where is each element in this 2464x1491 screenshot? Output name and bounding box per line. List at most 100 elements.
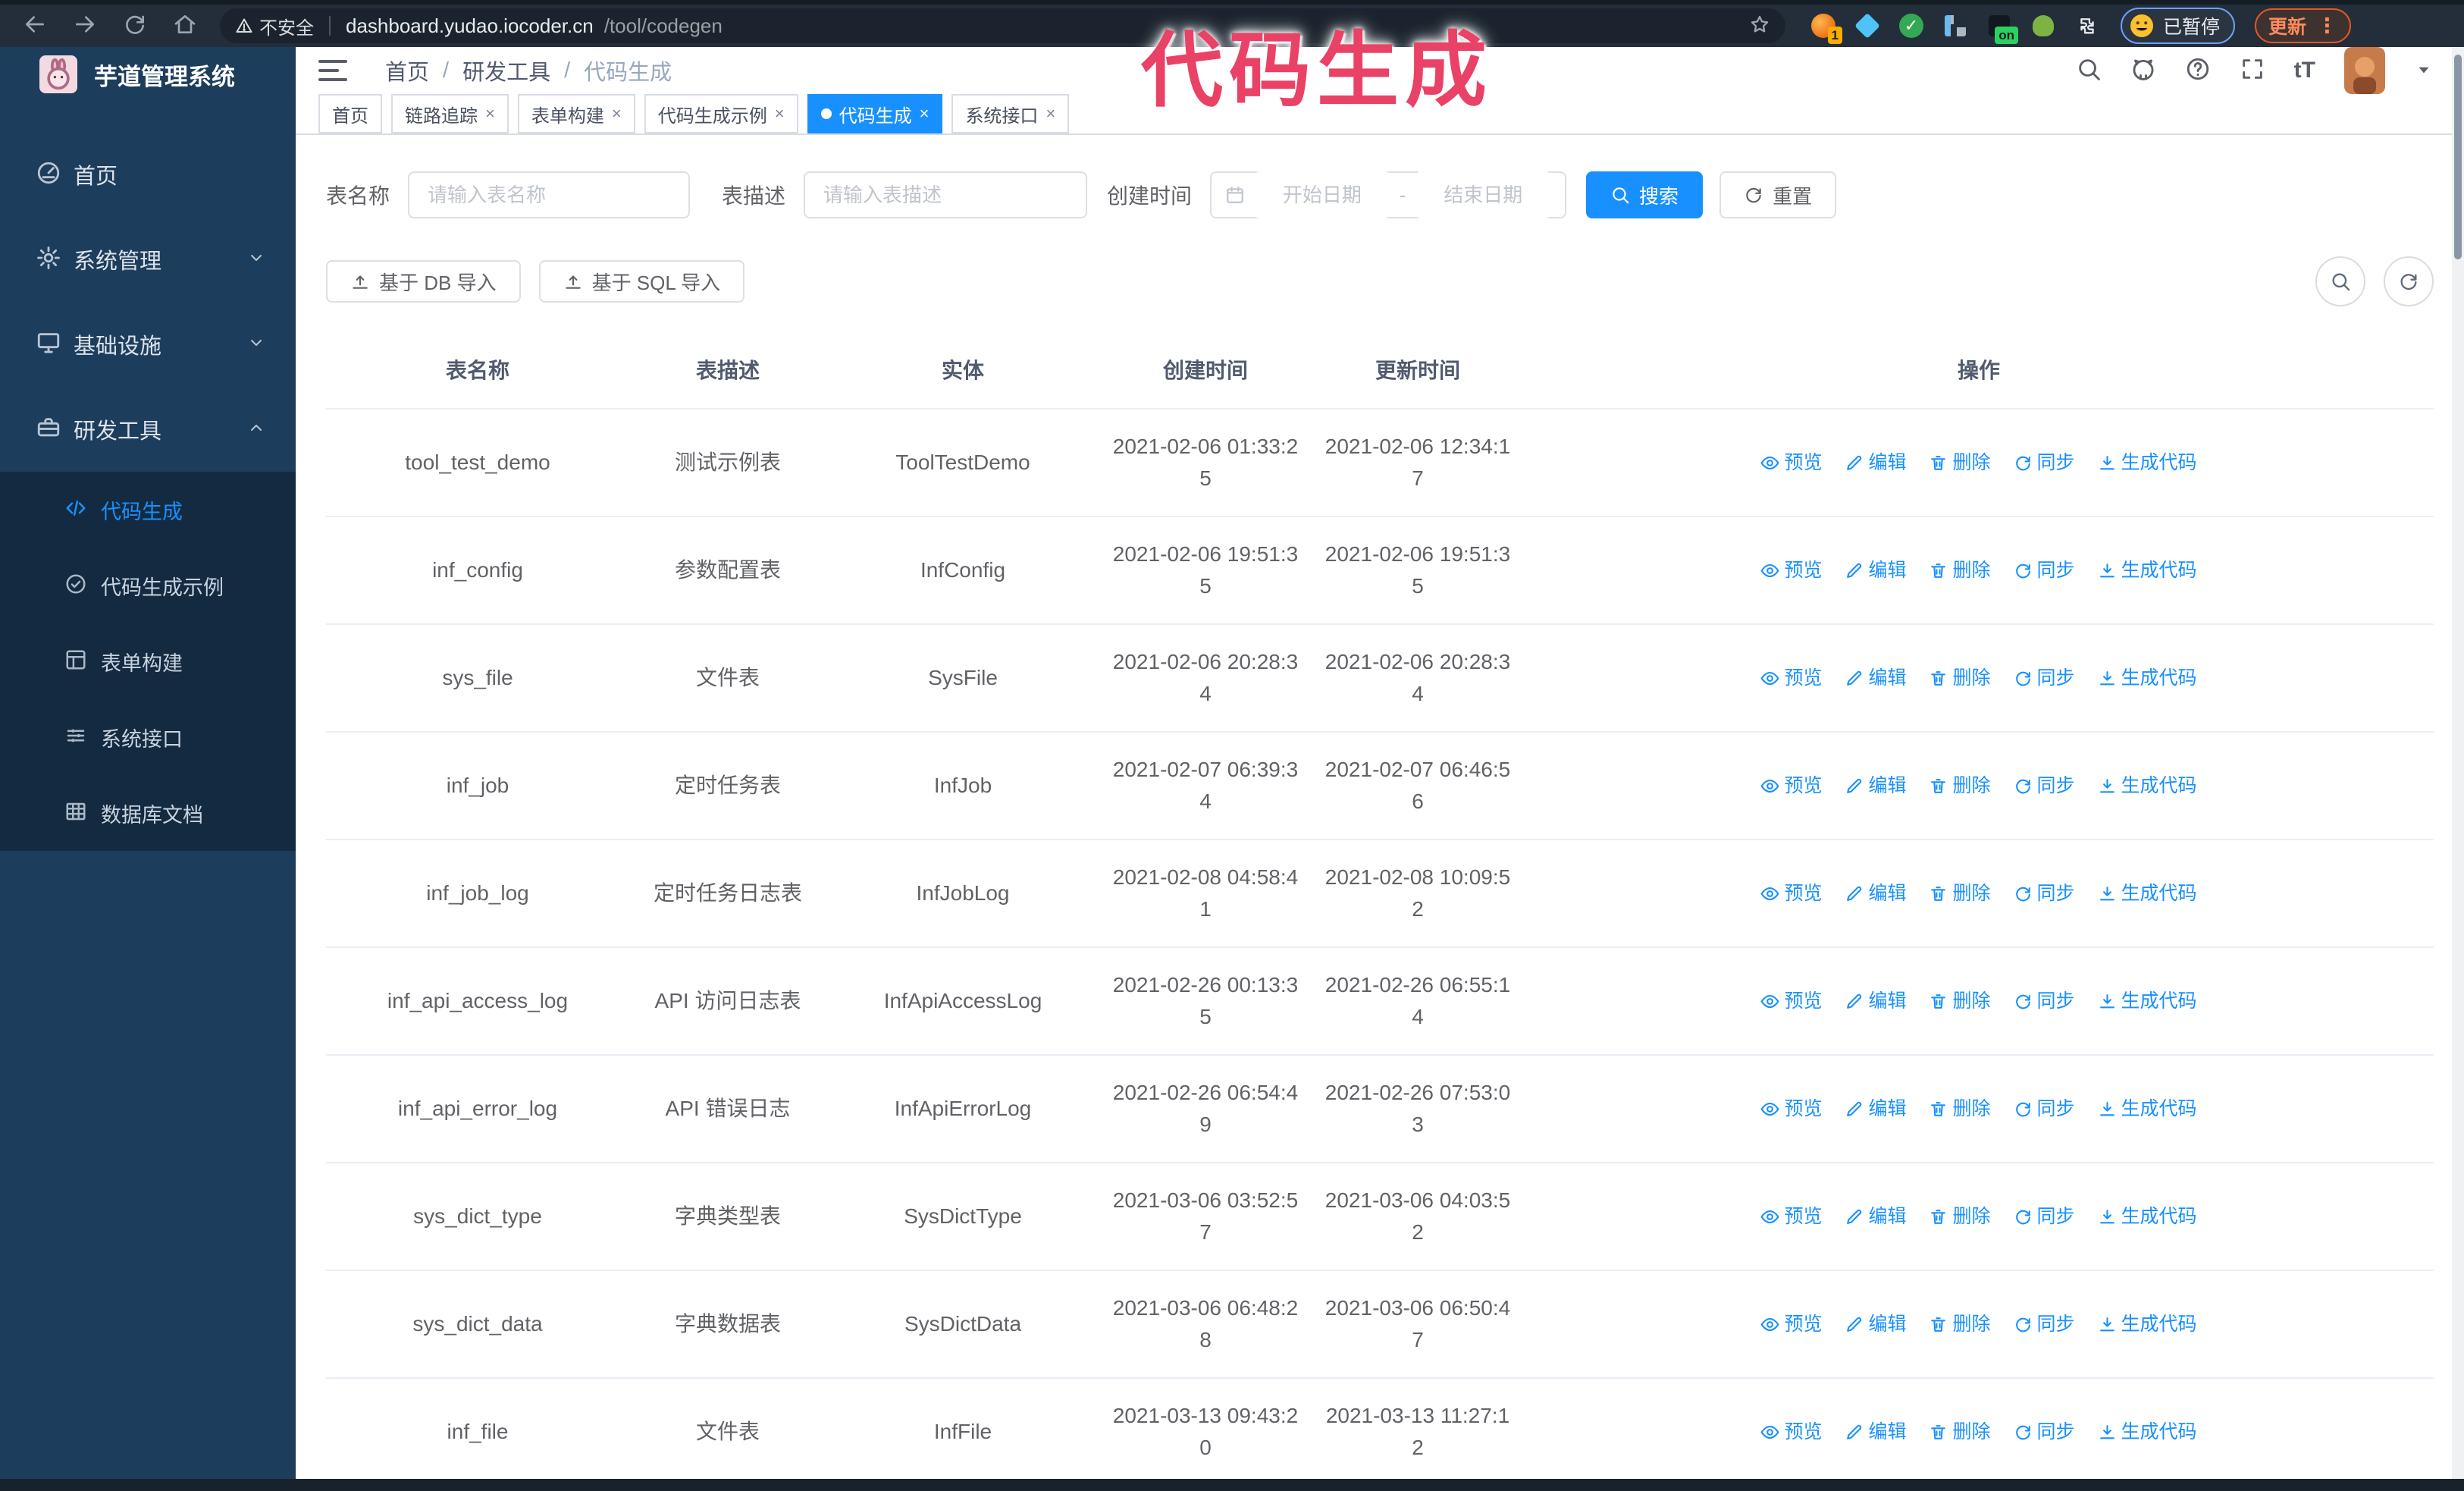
action-download-link[interactable]: 生成代码 — [2098, 877, 2197, 909]
search-button[interactable]: 搜索 — [1586, 171, 1704, 218]
action-sync-link[interactable]: 同步 — [2014, 1416, 2075, 1448]
font-size-icon[interactable]: tT — [2294, 58, 2315, 83]
action-download-link[interactable]: 生成代码 — [2098, 1416, 2197, 1448]
action-edit-link[interactable]: 编辑 — [1845, 985, 1906, 1017]
action-sync-link[interactable]: 同步 — [2014, 1308, 2075, 1340]
end-date-input[interactable] — [1415, 171, 1552, 218]
sidebar-item-form-builder[interactable]: 表单构建 — [0, 623, 296, 699]
action-sync-link[interactable]: 同步 — [2014, 1201, 2075, 1232]
action-eye-link[interactable]: 预览 — [1760, 447, 1822, 479]
close-tag-icon[interactable]: × — [485, 104, 495, 124]
browser-update-button[interactable]: 更新 ⋮ — [2255, 8, 2352, 43]
action-eye-link[interactable]: 预览 — [1760, 770, 1822, 802]
sidebar-item-infra[interactable]: 基础设施 — [0, 302, 296, 387]
action-eye-link[interactable]: 预览 — [1760, 554, 1822, 586]
action-trash-link[interactable]: 删除 — [1929, 1201, 1991, 1232]
table-desc-input[interactable] — [804, 171, 1088, 218]
action-trash-link[interactable]: 删除 — [1929, 985, 1991, 1017]
extension-check-icon[interactable]: ✓ — [1898, 12, 1925, 39]
sidebar-item-system-api[interactable]: 系统接口 — [0, 699, 296, 775]
action-sync-link[interactable]: 同步 — [2014, 877, 2075, 909]
action-trash-link[interactable]: 删除 — [1929, 447, 1991, 479]
action-trash-link[interactable]: 删除 — [1929, 1093, 1991, 1125]
action-sync-link[interactable]: 同步 — [2014, 662, 2075, 694]
action-edit-link[interactable]: 编辑 — [1845, 662, 1906, 694]
action-download-link[interactable]: 生成代码 — [2098, 554, 2197, 586]
tab-tag[interactable]: 链路追踪 × — [391, 94, 509, 133]
start-date-input[interactable] — [1254, 171, 1390, 218]
sidebar-item-devtools[interactable]: 研发工具 — [0, 387, 296, 472]
action-eye-link[interactable]: 预览 — [1760, 662, 1822, 694]
action-eye-link[interactable]: 预览 — [1760, 1308, 1822, 1340]
table-name-input[interactable] — [408, 171, 691, 218]
extension-green-icon[interactable] — [2030, 12, 2057, 39]
bookmark-star-icon[interactable] — [1749, 14, 1770, 38]
action-edit-link[interactable]: 编辑 — [1845, 770, 1906, 802]
user-avatar[interactable] — [2344, 47, 2385, 94]
sidebar-item-home[interactable]: 首页 — [0, 132, 296, 217]
refresh-table-button[interactable] — [2384, 256, 2434, 306]
action-eye-link[interactable]: 预览 — [1760, 1201, 1822, 1232]
scrollbar-thumb[interactable] — [2454, 55, 2462, 259]
action-trash-link[interactable]: 删除 — [1929, 1416, 1991, 1448]
toggle-search-button[interactable] — [2315, 256, 2365, 306]
extension-dark-icon[interactable]: on — [1986, 12, 2018, 44]
tab-tag[interactable]: 首页 — [318, 94, 382, 133]
action-sync-link[interactable]: 同步 — [2014, 1093, 2075, 1125]
page-scrollbar[interactable] — [2452, 47, 2464, 1480]
action-download-link[interactable]: 生成代码 — [2098, 1308, 2197, 1340]
action-sync-link[interactable]: 同步 — [2014, 447, 2075, 479]
action-trash-link[interactable]: 删除 — [1929, 1308, 1991, 1340]
action-edit-link[interactable]: 编辑 — [1845, 1308, 1906, 1340]
address-bar[interactable]: 不安全 dashboard.yudao.iocoder.cn/tool/code… — [220, 8, 1785, 43]
tab-tag[interactable]: 代码生成示例 × — [644, 94, 798, 133]
action-download-link[interactable]: 生成代码 — [2098, 447, 2197, 479]
tab-tag[interactable]: 代码生成 × — [807, 94, 943, 133]
sidebar-item-codegen-example[interactable]: 代码生成示例 — [0, 548, 296, 623]
action-download-link[interactable]: 生成代码 — [2098, 1201, 2197, 1232]
action-trash-link[interactable]: 删除 — [1929, 770, 1991, 802]
fullscreen-icon[interactable] — [2240, 56, 2265, 86]
action-edit-link[interactable]: 编辑 — [1845, 877, 1906, 909]
extension-colorzilla-icon[interactable]: 1 — [1810, 12, 1842, 44]
breadcrumb-home[interactable]: 首页 — [385, 55, 429, 86]
close-tag-icon[interactable]: × — [612, 104, 622, 124]
sql-import-button[interactable]: 基于 SQL 导入 — [538, 260, 745, 303]
action-edit-link[interactable]: 编辑 — [1845, 1093, 1906, 1125]
breadcrumb-devtools[interactable]: 研发工具 — [462, 55, 550, 86]
action-sync-link[interactable]: 同步 — [2014, 770, 2075, 802]
action-download-link[interactable]: 生成代码 — [2098, 985, 2197, 1017]
browser-back-button[interactable] — [20, 12, 50, 40]
tab-tag[interactable]: 系统接口 × — [951, 94, 1070, 133]
sidebar-item-codegen[interactable]: 代码生成 — [0, 472, 296, 548]
close-tag-icon[interactable]: × — [920, 104, 929, 124]
browser-menu-icon[interactable]: ⋮ — [2317, 14, 2337, 38]
action-download-link[interactable]: 生成代码 — [2098, 770, 2197, 802]
action-eye-link[interactable]: 预览 — [1760, 985, 1822, 1017]
action-edit-link[interactable]: 编辑 — [1845, 1201, 1906, 1232]
sidebar-collapse-button[interactable] — [318, 60, 347, 81]
action-sync-link[interactable]: 同步 — [2014, 554, 2075, 586]
profile-chip[interactable]: 已暂停 — [2121, 8, 2236, 44]
header-search-icon[interactable] — [2076, 56, 2102, 86]
action-trash-link[interactable]: 删除 — [1929, 554, 1991, 586]
action-download-link[interactable]: 生成代码 — [2098, 662, 2197, 694]
user-caret-down-icon[interactable] — [2414, 59, 2434, 83]
close-tag-icon[interactable]: × — [1045, 104, 1055, 124]
browser-forward-button[interactable] — [70, 12, 100, 40]
extension-grid-icon[interactable] — [1942, 12, 1969, 39]
action-trash-link[interactable]: 删除 — [1929, 662, 1991, 694]
browser-home-button[interactable] — [170, 12, 200, 40]
extensions-puzzle-icon[interactable] — [2074, 12, 2101, 39]
github-icon[interactable] — [2130, 56, 2156, 86]
date-range-picker[interactable]: - — [1210, 171, 1567, 218]
sidebar-item-db-doc[interactable]: 数据库文档 — [0, 775, 296, 851]
action-edit-link[interactable]: 编辑 — [1845, 1416, 1906, 1448]
security-warning[interactable]: 不安全 — [235, 13, 314, 39]
db-import-button[interactable]: 基于 DB 导入 — [326, 260, 521, 303]
close-tag-icon[interactable]: × — [775, 104, 785, 124]
action-eye-link[interactable]: 预览 — [1760, 1093, 1822, 1125]
action-eye-link[interactable]: 预览 — [1760, 1416, 1822, 1448]
reset-button[interactable]: 重置 — [1719, 171, 1837, 218]
sidebar-item-system[interactable]: 系统管理 — [0, 217, 296, 302]
